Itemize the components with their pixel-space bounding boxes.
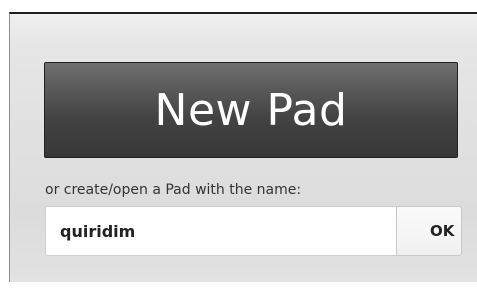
- bottom-area: [9, 282, 477, 301]
- new-pad-button[interactable]: New Pad: [44, 62, 458, 158]
- etherpad-start-page: New Pad or create/open a Pad with the na…: [0, 0, 477, 301]
- ok-button[interactable]: OK: [396, 206, 462, 256]
- pad-name-input[interactable]: [45, 206, 397, 256]
- pad-name-prompt-label: or create/open a Pad with the name:: [45, 182, 302, 198]
